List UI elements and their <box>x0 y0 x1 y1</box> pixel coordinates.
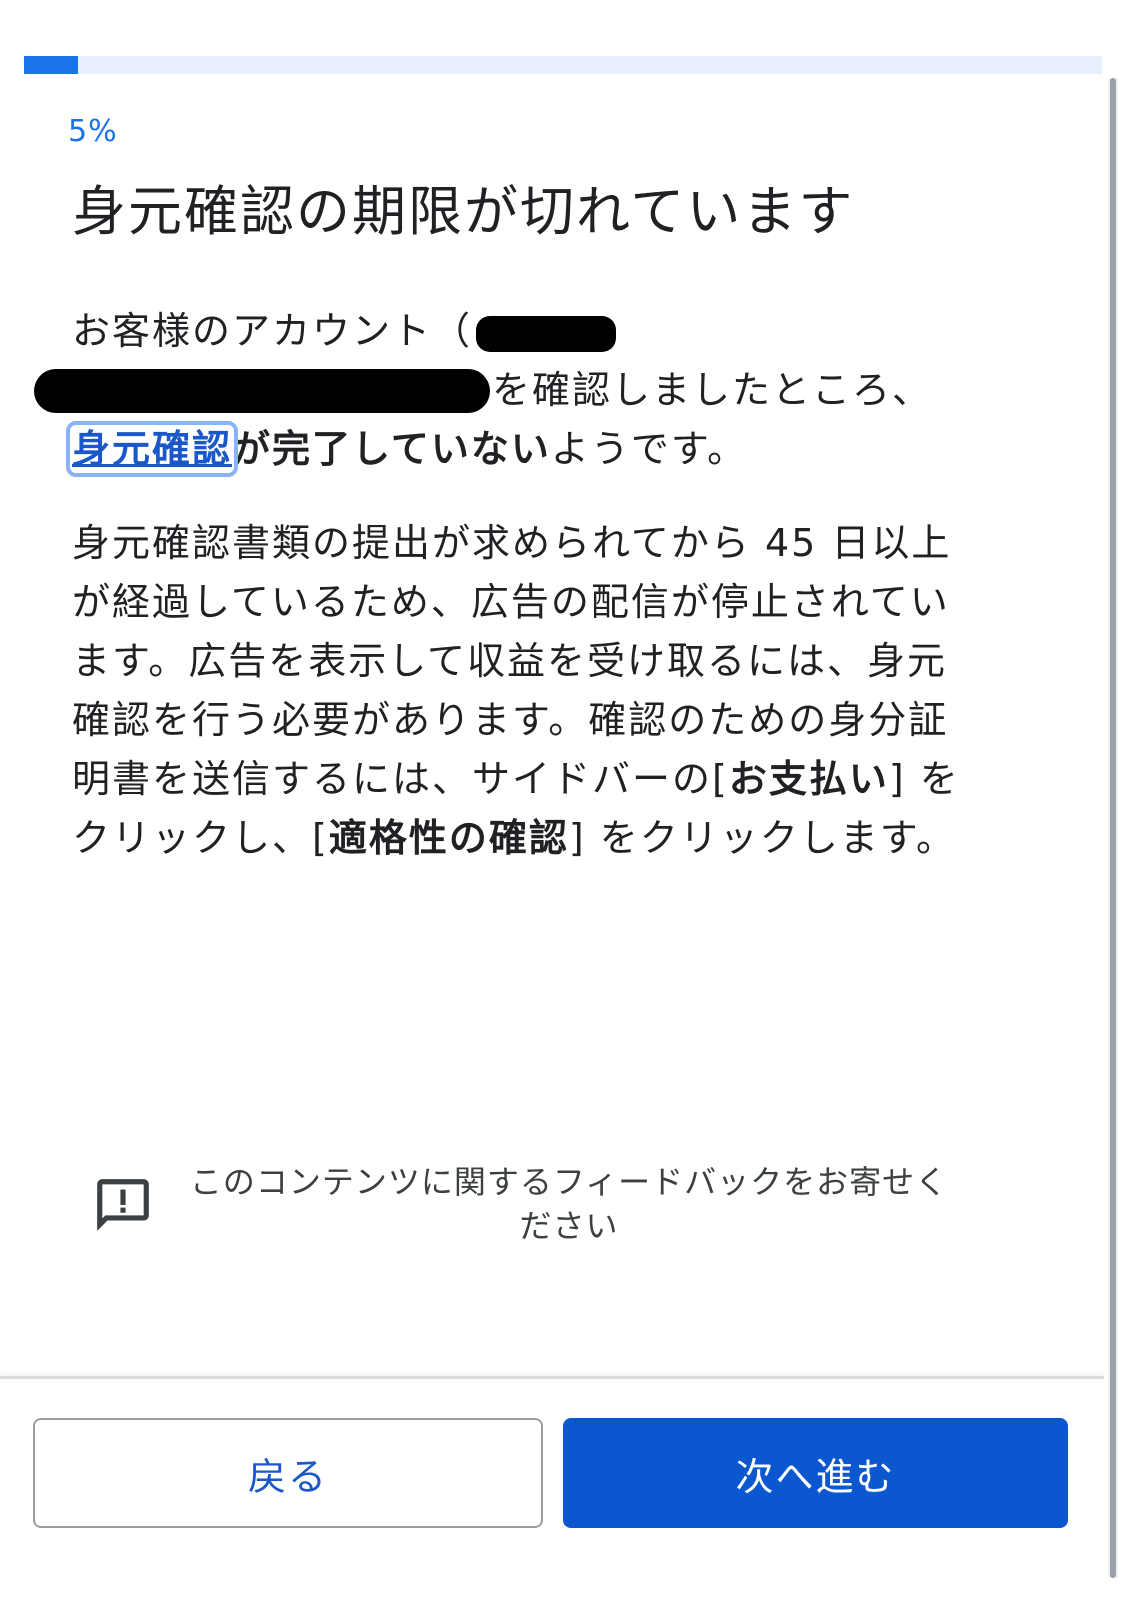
scrollbar-thumb[interactable] <box>1110 78 1116 1578</box>
account-prefix-text: お客様のアカウント（ <box>72 309 473 353</box>
progress-bar <box>24 56 1102 74</box>
identity-verification-link[interactable]: 身元確認 <box>65 421 239 477</box>
instructions-paragraph: 身元確認書類の提出が求められてから 45 日以上が経過しているため、広告の配信が… <box>72 514 972 868</box>
bracket-open: [ <box>712 757 729 801</box>
feedback-link[interactable]: このコンテンツに関するフィードバックをお寄せください <box>92 1160 952 1260</box>
after-bold-text: ようです。 <box>550 427 748 471</box>
payments-label: お支払い <box>728 757 889 801</box>
redacted-account-id <box>476 315 617 352</box>
instructions-text-c: ] をクリックします。 <box>568 816 956 860</box>
verification-page: 5% 身元確認の期限が切れています お客様のアカウント（ を確認しましたところ、… <box>0 0 1125 1601</box>
progress-percent: 5% <box>68 114 118 149</box>
redacted-account-name <box>34 369 490 413</box>
feedback-icon[interactable] <box>92 1174 154 1236</box>
not-completed-text: が完了していない <box>232 427 551 471</box>
next-button[interactable]: 次へ進む <box>563 1418 1068 1528</box>
eligibility-label: 適格性の確認 <box>328 816 569 860</box>
feedback-text[interactable]: このコンテンツに関するフィードバックをお寄せください <box>184 1160 954 1248</box>
scrollbar[interactable] <box>1108 78 1118 1578</box>
back-button[interactable]: 戻る <box>33 1418 543 1528</box>
progress-fill <box>24 56 78 74</box>
account-suffix-text: を確認しましたところ、 <box>492 368 933 412</box>
page-title: 身元確認の期限が切れています <box>72 180 855 243</box>
footer-divider <box>0 1376 1104 1379</box>
